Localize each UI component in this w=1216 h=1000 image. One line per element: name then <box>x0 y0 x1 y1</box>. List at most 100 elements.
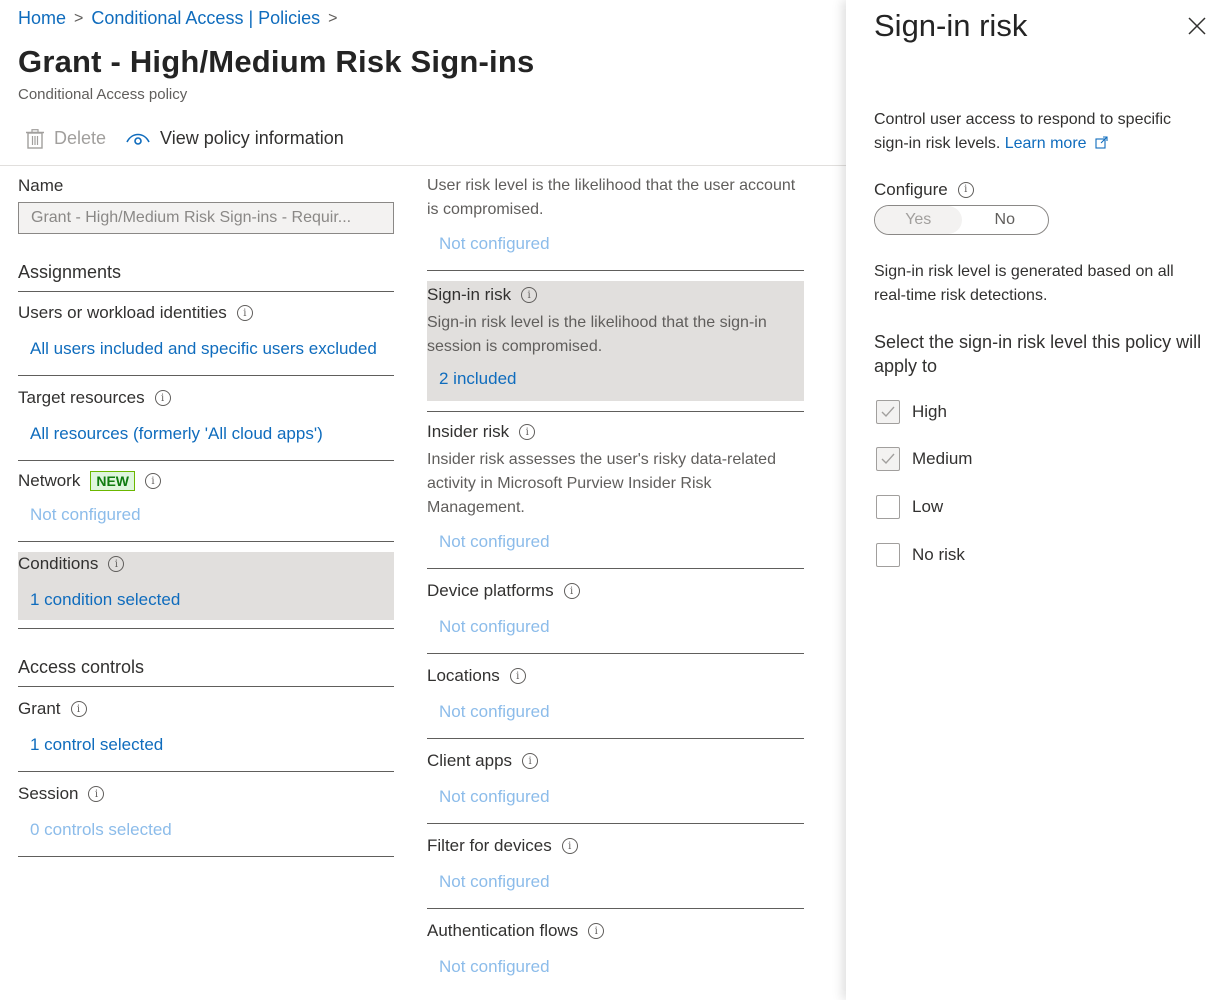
toggle-no-option[interactable]: No <box>962 206 1049 234</box>
grant-label: Grant i <box>18 699 394 719</box>
info-icon[interactable]: i <box>108 556 125 572</box>
toolbar-divider <box>0 165 846 166</box>
locations-label: Locations i <box>427 666 804 686</box>
insider-risk-link[interactable]: Not configured <box>427 532 804 552</box>
network-label: Network NEW i <box>18 471 394 491</box>
insider-risk-description: Insider risk assesses the user's risky d… <box>427 451 776 516</box>
risk-level-no-risk[interactable]: No risk <box>876 543 965 567</box>
client-apps-link[interactable]: Not configured <box>427 787 804 807</box>
external-link-icon <box>1095 136 1108 149</box>
authentication-flows-label: Authentication flows i <box>427 921 804 941</box>
target-resources-label-text: Target resources <box>18 388 145 407</box>
client-apps-label: Client apps i <box>427 751 804 771</box>
risk-level-low-label: Low <box>912 497 944 516</box>
network-link[interactable]: Not configured <box>18 505 394 525</box>
info-icon[interactable]: i <box>561 838 578 854</box>
conditions-section[interactable]: Conditions i 1 condition selected <box>18 552 394 620</box>
checkbox-high[interactable] <box>876 400 900 424</box>
info-icon[interactable]: i <box>957 182 974 198</box>
configure-label: Configure i <box>874 178 1204 202</box>
breadcrumb-policies[interactable]: Conditional Access | Policies <box>91 8 320 29</box>
sign-in-risk-label: Sign-in risk i <box>427 281 804 305</box>
eye-icon <box>126 133 150 145</box>
info-icon[interactable]: i <box>70 701 87 717</box>
new-badge: NEW <box>90 471 136 491</box>
grant-label-text: Grant <box>18 699 61 718</box>
info-icon[interactable]: i <box>145 473 162 489</box>
client-apps-label-text: Client apps <box>427 751 513 770</box>
info-icon[interactable]: i <box>522 753 539 769</box>
breadcrumb-home[interactable]: Home <box>18 8 66 29</box>
authentication-flows-link[interactable]: Not configured <box>427 957 804 977</box>
trash-icon <box>26 128 44 149</box>
policy-settings-column: Name Grant - High/Medium Risk Sign-ins -… <box>18 176 394 857</box>
device-platforms-label: Device platforms i <box>427 581 804 601</box>
policy-name-input[interactable]: Grant - High/Medium Risk Sign-ins - Requ… <box>18 202 394 234</box>
info-icon[interactable]: i <box>88 786 105 802</box>
sign-in-risk-section[interactable]: Sign-in risk i Sign-in risk level is the… <box>427 281 804 401</box>
panel-intro: Control user access to respond to specif… <box>874 108 1204 156</box>
risk-level-medium-label: Medium <box>912 449 973 468</box>
select-risk-level-prompt: Select the sign-in risk level this polic… <box>874 332 1202 376</box>
device-platforms-label-text: Device platforms <box>427 581 554 600</box>
info-icon[interactable]: i <box>588 923 605 939</box>
grant-link[interactable]: 1 control selected <box>18 735 394 755</box>
risk-level-high-label: High <box>912 402 947 421</box>
close-icon[interactable] <box>1188 14 1206 42</box>
info-icon[interactable]: i <box>521 287 538 303</box>
info-icon[interactable]: i <box>563 583 580 599</box>
access-controls-heading: Access controls <box>18 657 145 677</box>
filter-for-devices-label-text: Filter for devices <box>427 836 552 855</box>
info-icon[interactable]: i <box>519 424 536 440</box>
conditions-label-text: Conditions <box>18 554 99 573</box>
target-resources-link[interactable]: All resources (formerly 'All cloud apps'… <box>18 424 394 444</box>
session-label-text: Session <box>18 784 79 803</box>
risk-level-note: Sign-in risk level is generated based on… <box>874 263 1174 304</box>
conditions-link[interactable]: 1 condition selected <box>18 590 394 610</box>
filter-for-devices-link[interactable]: Not configured <box>427 872 804 892</box>
locations-label-text: Locations <box>427 666 500 685</box>
view-policy-information-button[interactable]: View policy information <box>126 128 344 149</box>
sign-in-risk-label-text: Sign-in risk <box>427 285 512 304</box>
device-platforms-link[interactable]: Not configured <box>427 617 804 637</box>
conditions-label: Conditions i <box>18 554 394 574</box>
breadcrumb-separator: > <box>74 9 84 27</box>
breadcrumb-separator: > <box>328 9 338 27</box>
toggle-yes-option[interactable]: Yes <box>875 206 962 234</box>
network-label-text: Network <box>18 471 81 490</box>
user-risk-description: User risk level is the likelihood that t… <box>427 177 796 218</box>
checkbox-medium[interactable] <box>876 447 900 471</box>
page-subtitle: Conditional Access policy <box>18 86 188 103</box>
users-label: Users or workload identities i <box>18 303 394 323</box>
insider-risk-label-text: Insider risk <box>427 422 510 441</box>
conditions-column: User risk level is the likelihood that t… <box>427 174 804 977</box>
sign-in-risk-panel: Sign-in risk Control user access to resp… <box>846 0 1216 1000</box>
info-icon[interactable]: i <box>236 305 253 321</box>
locations-link[interactable]: Not configured <box>427 702 804 722</box>
learn-more-label: Learn more <box>1004 135 1087 152</box>
configure-label-text: Configure <box>874 180 948 199</box>
session-label: Session i <box>18 784 394 804</box>
sign-in-risk-link[interactable]: 2 included <box>427 369 804 389</box>
delete-button[interactable]: Delete <box>26 128 106 149</box>
learn-more-link[interactable]: Learn more <box>1005 135 1108 152</box>
risk-level-low[interactable]: Low <box>876 495 943 519</box>
checkmark-icon <box>881 453 895 465</box>
sign-in-risk-description: Sign-in risk level is the likelihood tha… <box>427 314 767 355</box>
user-risk-link[interactable]: Not configured <box>427 234 804 254</box>
checkbox-low[interactable] <box>876 495 900 519</box>
users-label-text: Users or workload identities <box>18 303 227 322</box>
users-link[interactable]: All users included and specific users ex… <box>18 339 394 359</box>
configure-toggle[interactable]: Yes No <box>874 205 1049 235</box>
checkmark-icon <box>881 406 895 418</box>
risk-level-medium[interactable]: Medium <box>876 447 972 471</box>
session-link[interactable]: 0 controls selected <box>18 820 394 840</box>
toolbar: Delete View policy information <box>26 128 364 149</box>
info-icon[interactable]: i <box>509 668 526 684</box>
risk-level-high[interactable]: High <box>876 400 947 424</box>
info-icon[interactable]: i <box>154 390 171 406</box>
checkbox-no-risk[interactable] <box>876 543 900 567</box>
breadcrumb: Home > Conditional Access | Policies > <box>18 8 338 29</box>
delete-label: Delete <box>54 128 107 148</box>
target-resources-label: Target resources i <box>18 388 394 408</box>
